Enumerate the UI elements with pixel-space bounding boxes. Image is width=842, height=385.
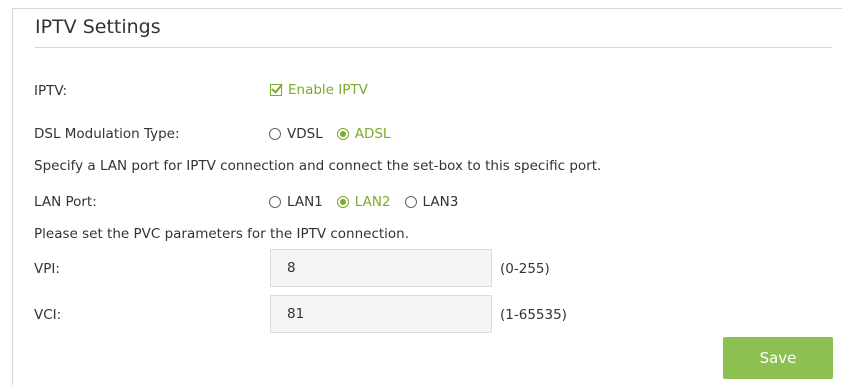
radio-icon[interactable] [269,196,281,208]
dsl-modulation-radio-group: VDSL ADSL [269,126,404,142]
iptv-label: IPTV: [34,83,68,99]
enable-iptv-option[interactable]: Enable IPTV [270,81,368,98]
radio-selected-icon[interactable] [336,128,349,140]
radio-vdsl[interactable]: VDSL [269,126,323,142]
lan-port-note: Specify a LAN port for IPTV connection a… [34,158,602,174]
page-title: IPTV Settings [35,16,161,38]
radio-selected-icon[interactable] [336,196,349,208]
lan-port-radio-group: LAN1 LAN2 LAN3 [269,194,472,210]
vpi-input[interactable] [270,249,492,287]
radio-lan1[interactable]: LAN1 [269,194,323,210]
checkbox-icon[interactable] [270,81,283,96]
radio-lan3[interactable]: LAN3 [404,194,459,210]
vci-label: VCI: [34,307,62,323]
save-button[interactable]: Save [723,337,833,379]
radio-lan2[interactable]: LAN2 [336,194,391,210]
pvc-note: Please set the PVC parameters for the IP… [34,226,410,242]
vci-range-hint: (1-65535) [500,307,567,323]
title-divider [35,47,832,48]
lan-port-label: LAN Port: [34,194,97,210]
enable-iptv-label[interactable]: Enable IPTV [288,82,368,98]
vci-input[interactable] [270,295,492,333]
radio-adsl[interactable]: ADSL [336,126,391,142]
radio-lan1-label[interactable]: LAN1 [287,194,323,210]
radio-icon[interactable] [404,196,417,208]
vpi-range-hint: (0-255) [500,261,550,277]
radio-lan3-label[interactable]: LAN3 [423,194,459,210]
vpi-label: VPI: [34,261,60,277]
radio-icon[interactable] [269,128,281,140]
dsl-modulation-label: DSL Modulation Type: [34,126,180,142]
radio-vdsl-label[interactable]: VDSL [287,126,323,142]
radio-lan2-label[interactable]: LAN2 [355,194,391,210]
radio-adsl-label[interactable]: ADSL [355,126,391,142]
